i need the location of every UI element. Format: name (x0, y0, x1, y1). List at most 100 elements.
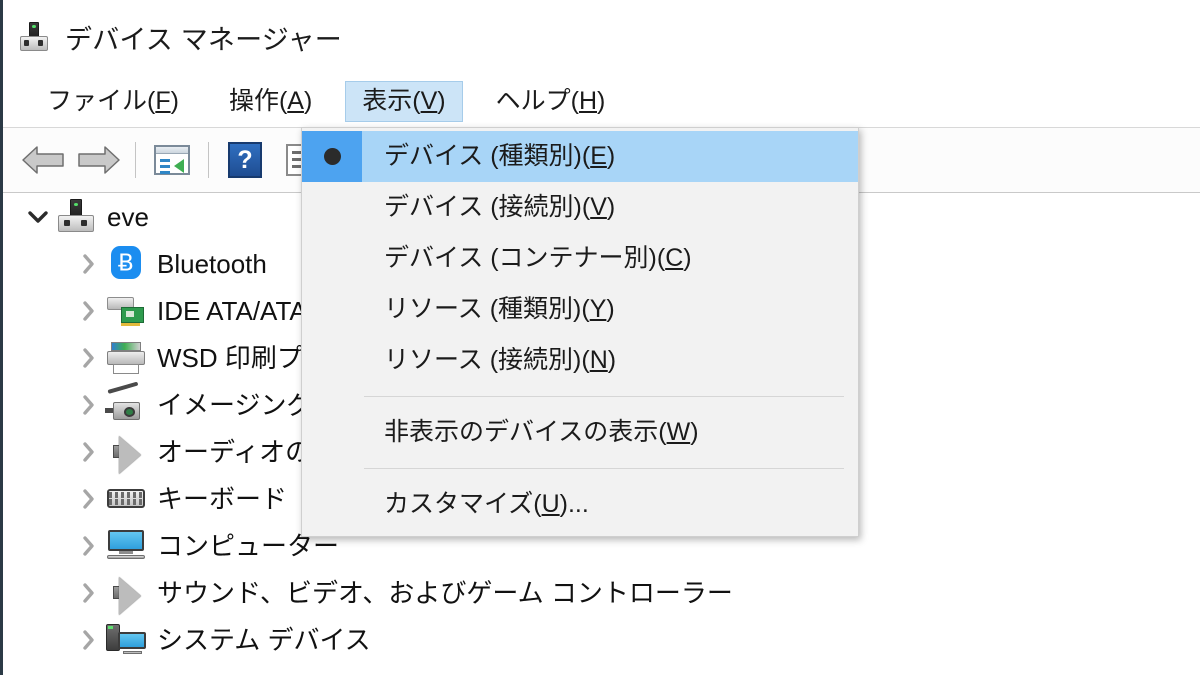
menu-item-tail: ) (606, 193, 616, 221)
menu-item-devices-by-container[interactable]: デバイス (コンテナー別)(C) (302, 233, 858, 284)
menubar-item-action-tail: ) (303, 86, 313, 115)
menu-item-accel: V (590, 193, 607, 221)
chevron-right-icon[interactable] (71, 347, 105, 369)
menu-item-label: リソース (種類別)(Y) (362, 297, 615, 322)
menu-item-accel: C (665, 244, 684, 272)
tree-row[interactable]: サウンド、ビデオ、およびゲーム コントローラー (3, 569, 1200, 616)
menu-item-tail: ) (606, 295, 615, 323)
chevron-right-icon[interactable] (71, 582, 105, 604)
menu-gutter (302, 407, 362, 458)
menu-bar: ファイル(F) 操作(A) 表示(V) ヘルプ(H) (3, 75, 1200, 128)
menubar-item-view-text: 表示( (362, 86, 421, 115)
menu-item-accel: Y (589, 295, 607, 323)
chevron-right-icon[interactable] (71, 253, 105, 275)
menubar-item-view-accel: V (420, 86, 438, 115)
menu-item-resources-by-type[interactable]: リソース (種類別)(Y) (302, 284, 858, 335)
menu-item-label: カスタマイズ(U)... (362, 492, 589, 517)
menu-item-text: デバイス (コンテナー別)( (384, 244, 666, 272)
tree-node-label: Bluetooth (157, 248, 267, 279)
chevron-right-icon[interactable] (71, 629, 105, 651)
menu-item-label: 非表示のデバイスの表示(W) (362, 420, 699, 445)
chevron-right-icon[interactable] (71, 300, 105, 322)
menu-item-text: リソース (接続別)( (384, 346, 590, 374)
device-manager-window: デバイス マネージャー ファイル(F) 操作(A) 表示(V) ヘルプ(H) ?… (0, 0, 1200, 675)
menu-item-tail: )... (559, 490, 589, 518)
menu-item-tail: ) (683, 244, 692, 272)
window-title: デバイス マネージャー (65, 25, 343, 55)
chevron-down-icon[interactable] (21, 210, 55, 224)
menu-separator (364, 468, 844, 469)
keyboard-icon (105, 480, 147, 518)
device-manager-icon (17, 21, 51, 55)
menubar-item-view[interactable]: 表示(V) (345, 80, 463, 122)
help-icon: ? (228, 142, 262, 178)
chevron-right-icon[interactable] (71, 488, 105, 510)
menubar-item-help-accel: H (578, 86, 598, 115)
menu-item-label: デバイス (コンテナー別)(C) (362, 246, 692, 271)
menubar-item-action[interactable]: 操作(A) (212, 81, 329, 122)
menu-item-tail: ) (607, 346, 617, 374)
menu-item-tail: ) (606, 142, 616, 170)
chevron-right-icon[interactable] (71, 535, 105, 557)
menu-item-label: リソース (接続別)(N) (362, 348, 616, 373)
ide-controller-icon (105, 292, 147, 330)
menu-gutter (302, 233, 362, 284)
tree-node-label: サウンド、ビデオ、およびゲーム コントローラー (157, 577, 733, 608)
menu-item-tail: ) (690, 418, 699, 446)
menubar-item-view-tail: ) (437, 86, 446, 115)
menu-item-resources-by-connection[interactable]: リソース (接続別)(N) (302, 335, 858, 386)
speaker-icon (105, 433, 147, 475)
back-button[interactable] (15, 136, 71, 184)
menu-item-accel: U (541, 490, 560, 518)
tree-node-label: キーボード (157, 483, 288, 514)
menu-item-text: デバイス (接続別)( (384, 193, 591, 221)
imaging-device-icon (105, 381, 147, 424)
menu-gutter (302, 335, 362, 386)
help-button[interactable]: ? (217, 136, 273, 184)
menubar-item-help-text: ヘルプ( (495, 86, 579, 115)
menu-item-accel: E (590, 142, 607, 170)
menu-gutter (302, 182, 362, 233)
menu-item-accel: W (666, 418, 691, 446)
toolbar-separator (135, 142, 136, 178)
menubar-item-file-accel: F (155, 86, 171, 115)
tree-row[interactable]: システム デバイス (3, 616, 1200, 663)
menubar-item-help[interactable]: ヘルプ(H) (479, 81, 623, 122)
help-icon-glyph: ? (237, 145, 253, 174)
forward-button[interactable] (71, 136, 127, 184)
title-bar: デバイス マネージャー (3, 0, 1200, 75)
tree-node-label: eve (107, 201, 149, 232)
menu-item-text: リソース (種類別)( (384, 295, 590, 323)
menu-item-text: デバイス (種類別)( (384, 142, 591, 170)
properties-button[interactable] (144, 136, 200, 184)
menu-gutter (302, 479, 362, 530)
chevron-right-icon[interactable] (71, 394, 105, 416)
printer-icon (105, 339, 147, 377)
chevron-right-icon[interactable] (71, 441, 105, 463)
radio-bullet-icon (302, 131, 362, 182)
menu-item-accel: N (589, 346, 608, 374)
menubar-item-file-text: ファイル( (47, 86, 156, 115)
arrow-left-icon (22, 146, 64, 174)
properties-icon (154, 145, 190, 175)
view-menu-dropdown[interactable]: デバイス (種類別)(E) デバイス (接続別)(V) デバイス (コンテナー別… (301, 127, 859, 537)
menubar-item-file[interactable]: ファイル(F) (30, 81, 196, 122)
menu-item-label: デバイス (接続別)(V) (362, 195, 615, 220)
menubar-item-action-accel: A (287, 86, 304, 115)
menu-item-label: デバイス (種類別)(E) (362, 144, 615, 169)
menubar-item-file-tail: ) (170, 86, 179, 115)
menu-item-text: 非表示のデバイスの表示( (384, 418, 667, 446)
menubar-item-action-text: 操作( (228, 86, 288, 115)
monitor-icon (105, 527, 147, 565)
speaker-icon (105, 574, 147, 616)
menu-gutter (302, 284, 362, 335)
arrow-right-icon (78, 146, 120, 174)
menu-item-customize[interactable]: カスタマイズ(U)... (302, 479, 858, 530)
menu-item-devices-by-type[interactable]: デバイス (種類別)(E) (302, 131, 858, 182)
menu-item-devices-by-connection[interactable]: デバイス (接続別)(V) (302, 182, 858, 233)
menu-separator (364, 396, 844, 397)
toolbar-separator (208, 142, 209, 178)
tree-node-label: システム デバイス (157, 624, 371, 655)
system-device-icon (105, 621, 147, 659)
menu-item-show-hidden-devices[interactable]: 非表示のデバイスの表示(W) (302, 407, 858, 458)
